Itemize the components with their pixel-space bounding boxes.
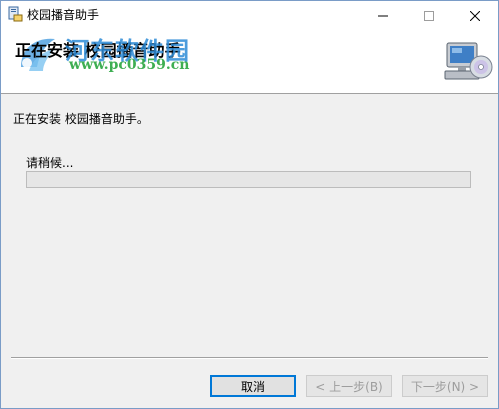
maximize-button[interactable]: [406, 1, 452, 31]
minimize-button[interactable]: [360, 1, 406, 31]
installer-header: 正在安装 校园播音助手 河东软件园 www.pc0359.cn: [1, 31, 498, 94]
install-status-text: 正在安装 校园播音助手。: [13, 112, 149, 126]
please-wait-text: 请稍候...: [26, 156, 74, 170]
installer-app-icon: [7, 6, 23, 22]
close-button[interactable]: [452, 1, 498, 31]
installer-window: 校园播音助手 正在安装 校园播音助手 河东软件园 www.pc0359.cn 正…: [0, 0, 499, 409]
footer-divider: [11, 357, 488, 359]
window-title: 校园播音助手: [27, 8, 100, 22]
installer-body: 正在安装 校园播音助手。 请稍候...: [1, 94, 498, 356]
minimize-icon: [378, 15, 388, 17]
maximize-icon: [424, 11, 434, 21]
cancel-button[interactable]: 取消: [210, 375, 296, 397]
install-progress-bar: [26, 171, 471, 188]
title-bar[interactable]: 校园播音助手: [1, 1, 498, 31]
next-button[interactable]: 下一步(N) >: [402, 375, 488, 397]
back-button[interactable]: < 上一步(B): [306, 375, 392, 397]
close-icon: [470, 11, 480, 21]
watermark-site-url: www.pc0359.cn: [69, 57, 190, 73]
computer-cd-icon: [441, 39, 493, 85]
